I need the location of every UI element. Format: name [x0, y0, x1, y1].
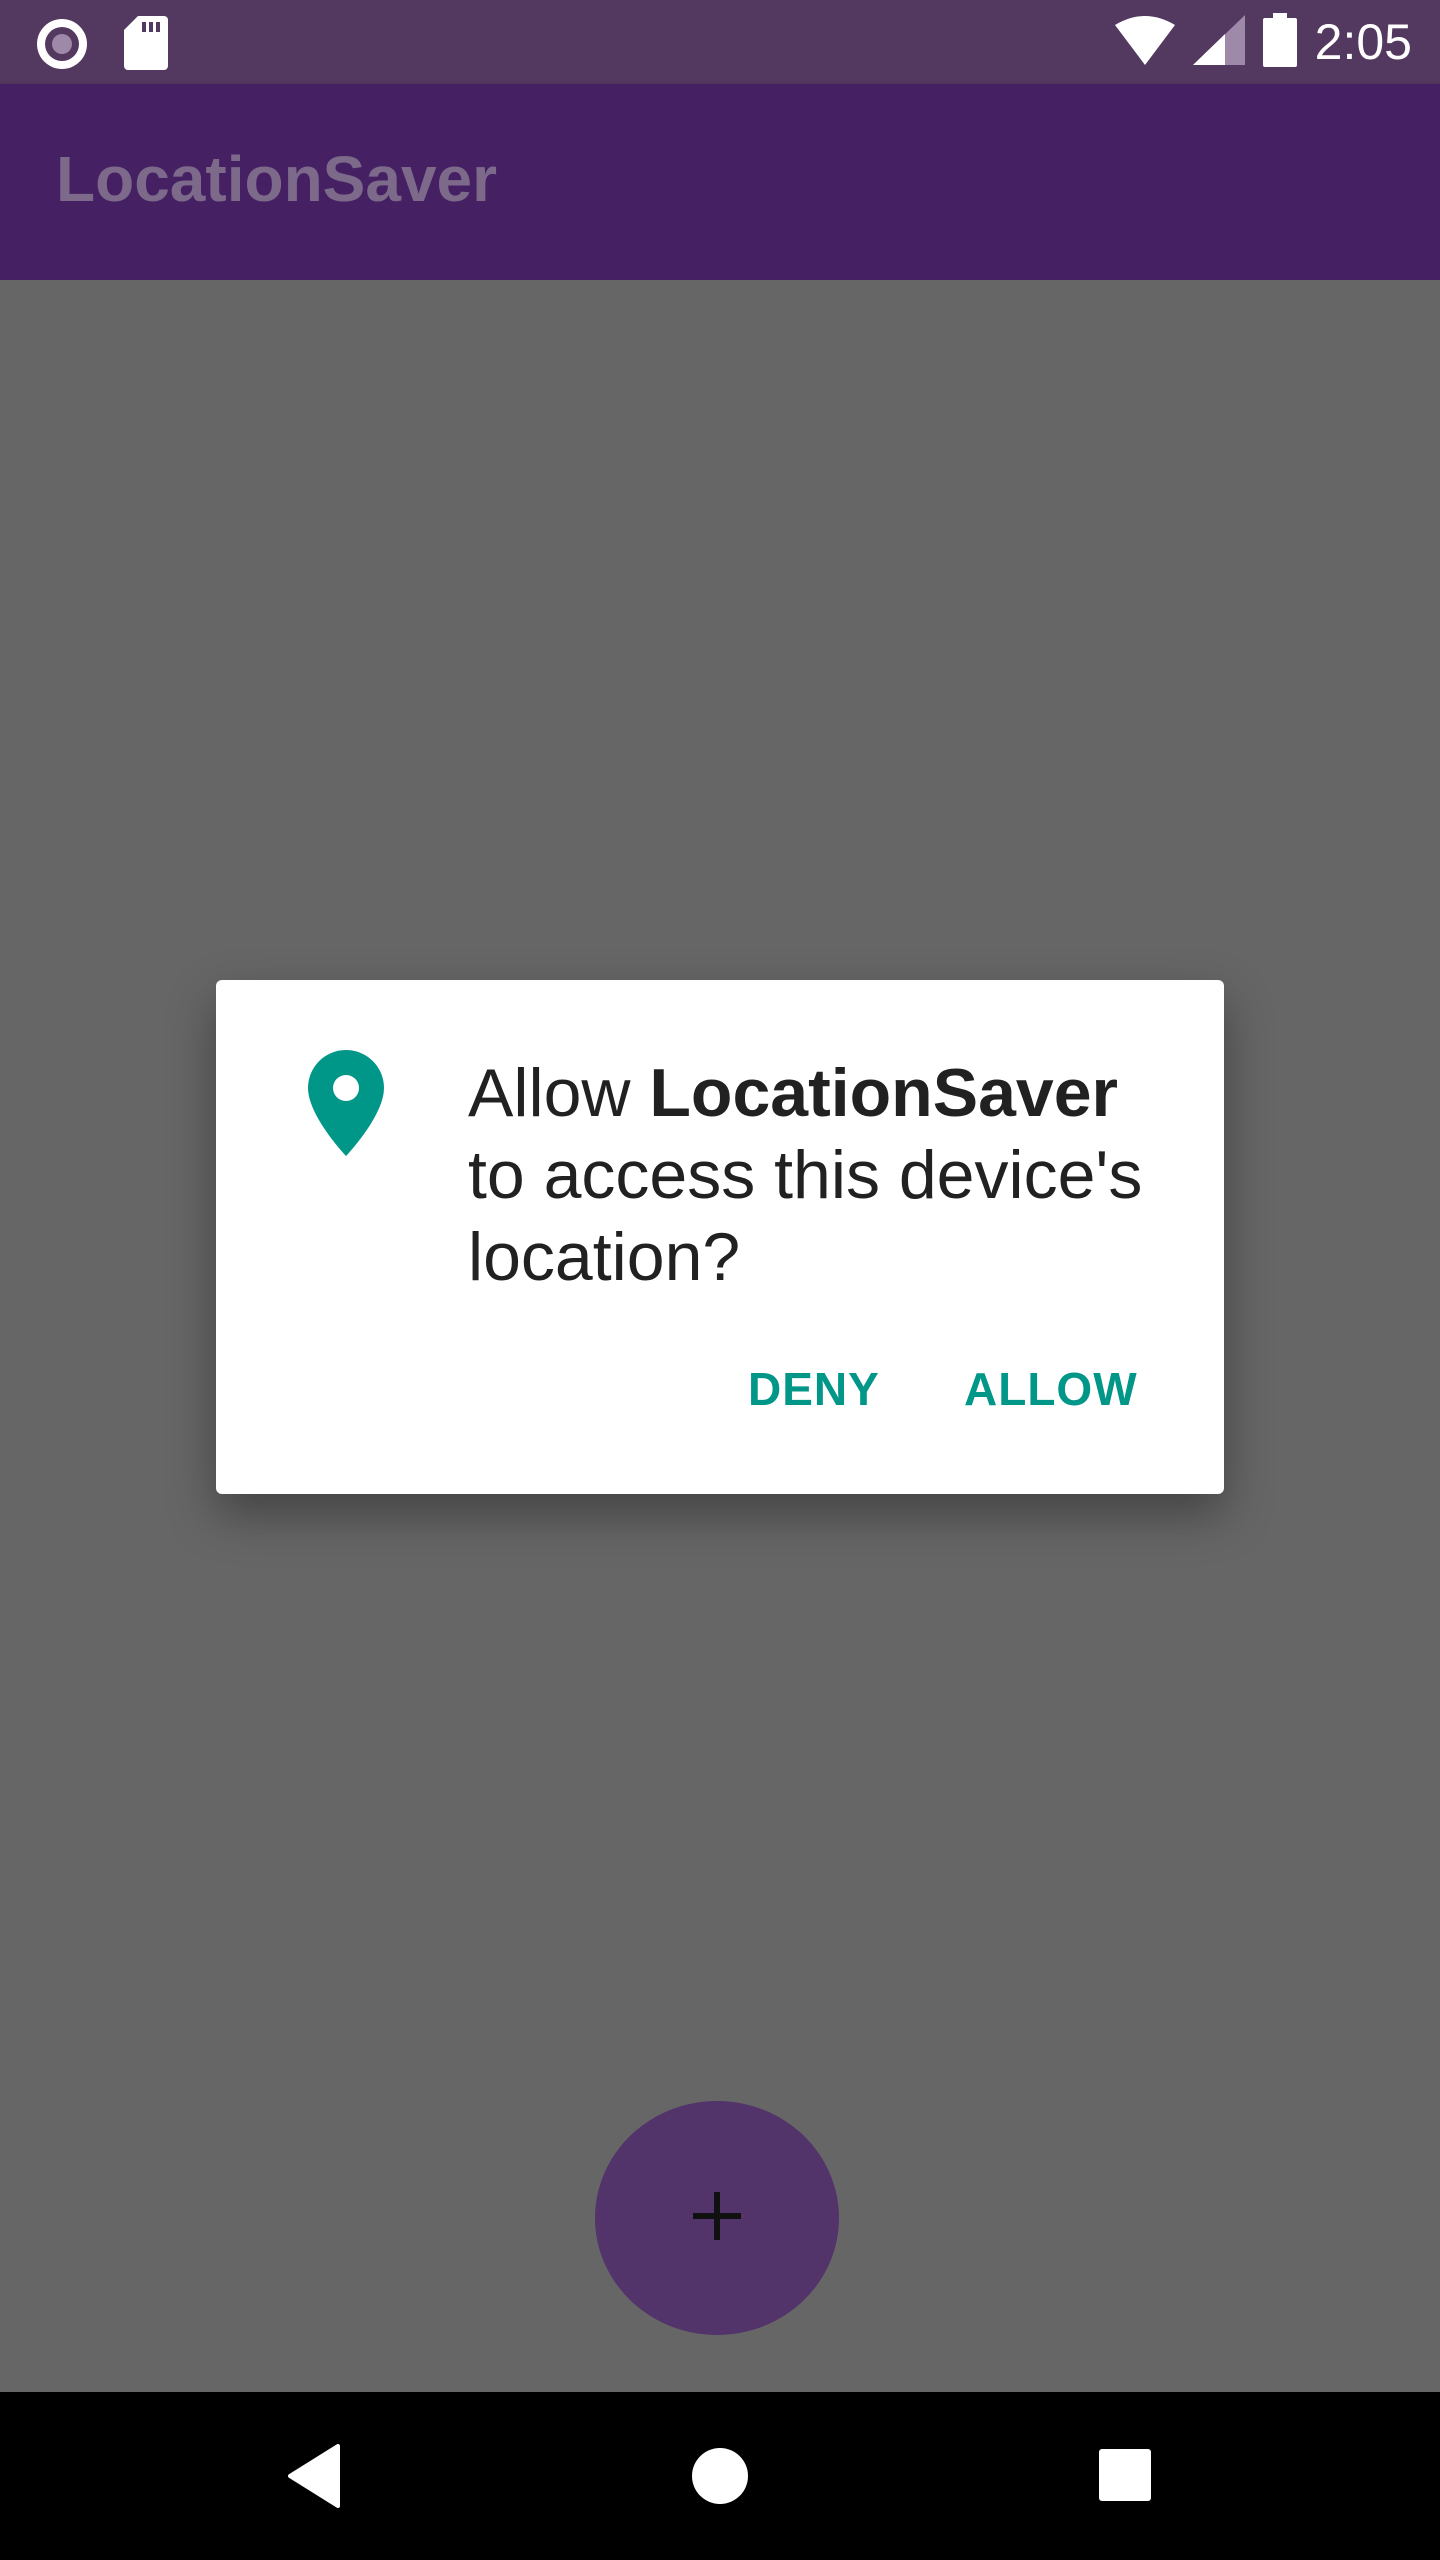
- dialog-message-prefix: Allow: [468, 1055, 650, 1131]
- permission-dialog: Allow LocationSaver to access this devic…: [216, 980, 1224, 1494]
- back-icon[interactable]: [286, 2444, 342, 2513]
- dialog-app-name: LocationSaver: [649, 1055, 1118, 1131]
- status-bar: 2:05: [0, 0, 1440, 84]
- cell-signal-icon: [1192, 14, 1245, 70]
- deny-button[interactable]: DENY: [748, 1362, 880, 1416]
- navigation-bar: [0, 2392, 1440, 2560]
- dialog-message-suffix: to access this device's location?: [468, 1137, 1143, 1295]
- add-button[interactable]: [595, 2101, 839, 2335]
- location-pin-icon: [308, 1050, 384, 1161]
- battery-icon: [1262, 12, 1297, 72]
- circle-notification-icon: [34, 16, 90, 77]
- plus-icon: [689, 2188, 745, 2249]
- wifi-icon: [1114, 15, 1175, 70]
- app-bar: LocationSaver: [0, 84, 1440, 280]
- app-title: LocationSaver: [56, 143, 498, 215]
- home-icon[interactable]: [690, 2446, 750, 2511]
- recents-icon[interactable]: [1098, 2448, 1152, 2507]
- dialog-message: Allow LocationSaver to access this devic…: [468, 1052, 1188, 1298]
- status-clock: 2:05: [1314, 14, 1412, 70]
- sd-card-icon: [124, 16, 168, 75]
- allow-button[interactable]: ALLOW: [964, 1362, 1138, 1416]
